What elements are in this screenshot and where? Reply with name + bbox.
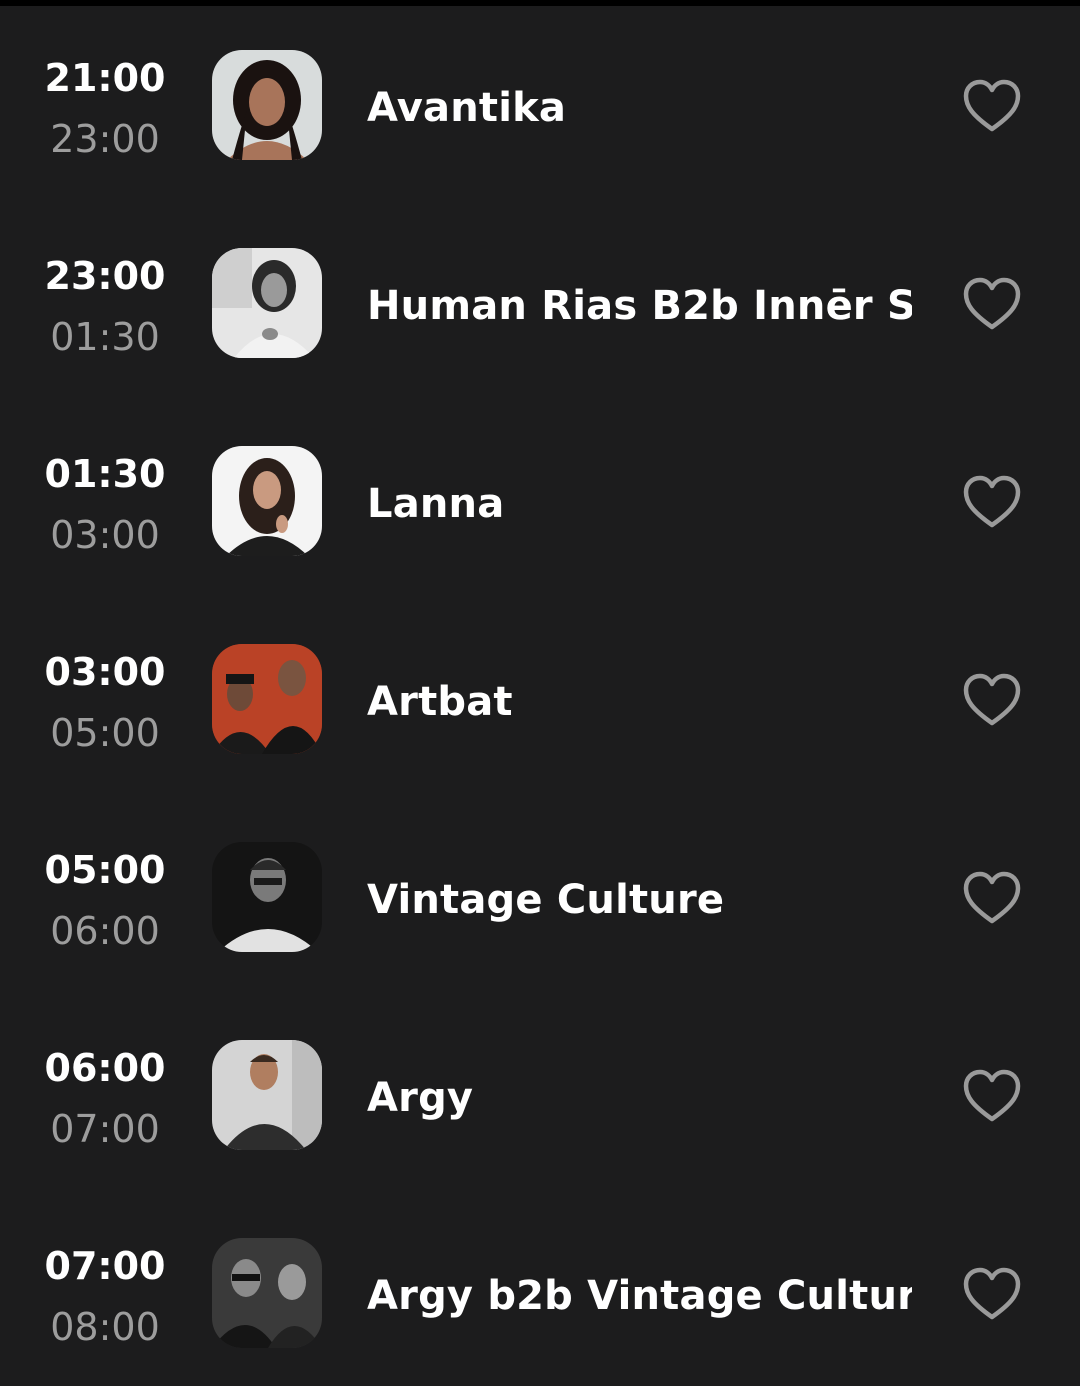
heart-outline-icon[interactable] [962,276,1022,332]
end-time: 06:00 [50,909,160,953]
list-item[interactable]: 06:00 07:00 Argy [0,990,1080,1188]
end-time: 07:00 [50,1107,160,1151]
heart-outline-icon[interactable] [962,1068,1022,1124]
artist-avatar[interactable] [212,1238,322,1348]
list-item[interactable]: 07:00 08:00 Argy b2b Vintage Culture [0,1188,1080,1386]
start-time: 06:00 [44,1046,166,1090]
list-item[interactable]: 05:00 06:00 Vintage Culture [0,792,1080,990]
artist-avatar[interactable] [212,446,322,556]
artist-avatar[interactable] [212,50,322,160]
heart-outline-icon[interactable] [962,672,1022,728]
artist-name[interactable]: Human Rias B2b Innēr Se... [367,282,912,330]
heart-outline-icon[interactable] [962,1266,1022,1322]
artist-avatar[interactable] [212,1040,322,1150]
artist-name[interactable]: Avantika [367,84,912,132]
start-time: 03:00 [44,650,166,694]
heart-outline-icon[interactable] [962,474,1022,530]
end-time: 08:00 [50,1305,160,1349]
artist-avatar[interactable] [212,644,322,754]
heart-outline-icon[interactable] [962,78,1022,134]
start-time: 01:30 [44,452,166,496]
list-item[interactable]: 03:00 05:00 Artbat [0,594,1080,792]
artist-name[interactable]: Vintage Culture [367,876,912,924]
start-time: 05:00 [44,848,166,892]
list-item[interactable]: 21:00 23:00 Avantika [0,0,1080,198]
end-time: 05:00 [50,711,160,755]
heart-outline-icon[interactable] [962,870,1022,926]
artist-name[interactable]: Argy b2b Vintage Culture [367,1272,912,1320]
artist-avatar[interactable] [212,248,322,358]
start-time: 07:00 [44,1244,166,1288]
start-time: 21:00 [44,56,166,100]
start-time: 23:00 [44,254,166,298]
end-time: 23:00 [50,117,160,161]
artist-name[interactable]: Artbat [367,678,912,726]
end-time: 01:30 [50,315,160,359]
artist-name[interactable]: Argy [367,1074,912,1122]
list-item[interactable]: 23:00 01:30 Human Rias B2b Innēr Se... [0,198,1080,396]
artist-avatar[interactable] [212,842,322,952]
artist-name[interactable]: Lanna [367,480,912,528]
end-time: 03:00 [50,513,160,557]
list-item[interactable]: 01:30 03:00 Lanna [0,396,1080,594]
lineup-list: 21:00 23:00 Avantika 23:00 01:30 Human R… [0,0,1080,1350]
